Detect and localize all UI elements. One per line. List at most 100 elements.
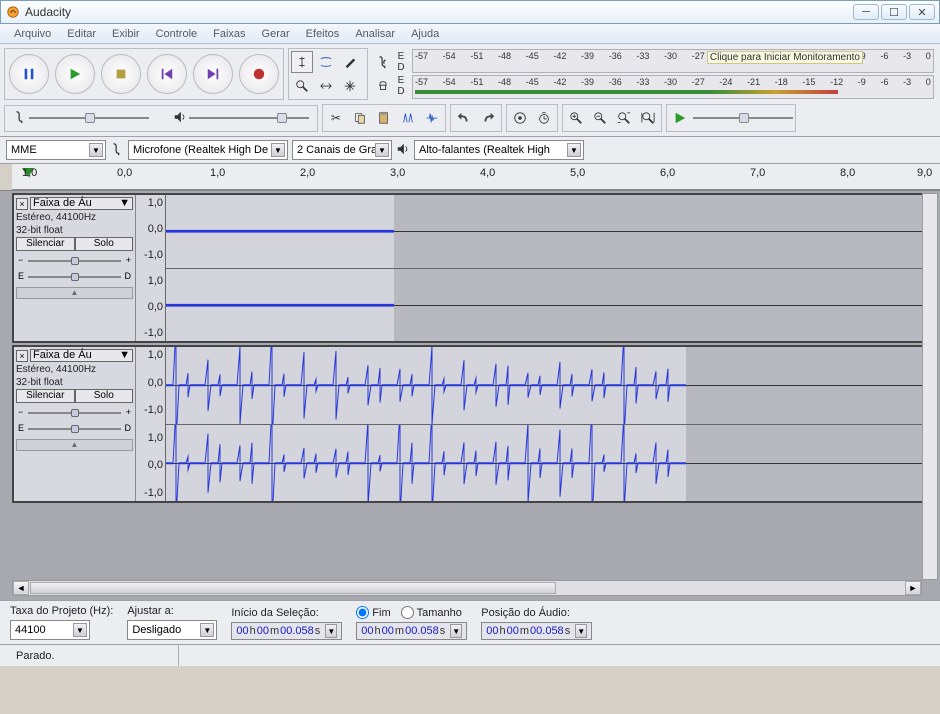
rec-meter-icon[interactable] <box>372 51 394 73</box>
track-format-label: Estéreo, 44100Hz <box>16 211 133 224</box>
app-icon <box>5 4 21 20</box>
menu-analisar[interactable]: Analisar <box>347 24 403 43</box>
fit-project-icon[interactable] <box>637 107 659 129</box>
menu-bar: Arquivo Editar Exibir Controle Faixas Ge… <box>0 24 940 44</box>
mixer-toolbar <box>4 105 318 132</box>
zoom-tool-icon[interactable] <box>291 75 313 97</box>
track-collapse-button[interactable]: ▲ <box>16 287 133 299</box>
recording-device-combo[interactable]: Microfone (Realtek High De▼ <box>128 140 288 160</box>
audio-host-combo[interactable]: MME▼ <box>6 140 106 160</box>
playback-speed-slider[interactable] <box>693 112 793 124</box>
gain-slider[interactable]: −+ <box>16 255 133 267</box>
recording-meter[interactable]: -57-54-51-48-45-42-39-36-33-30-27-24-21-… <box>412 49 934 73</box>
sync-lock-icon[interactable] <box>509 107 531 129</box>
menu-faixas[interactable]: Faixas <box>205 24 253 43</box>
menu-efeitos[interactable]: Efeitos <box>298 24 348 43</box>
track-depth-label: 32-bit float <box>16 224 133 237</box>
waveform-right-channel[interactable] <box>166 425 936 502</box>
play-speed-toolbar <box>666 104 796 132</box>
solo-button[interactable]: Solo <box>75 237 134 251</box>
undo-icon[interactable] <box>453 107 475 129</box>
menu-exibir[interactable]: Exibir <box>104 24 148 43</box>
selection-end-time[interactable]: 00h 00m 00.058s ▼ <box>356 622 467 640</box>
track-close-button[interactable]: × <box>16 198 28 210</box>
snap-to-combo[interactable]: Desligado▼ <box>127 620 217 640</box>
skip-end-button[interactable] <box>193 54 233 94</box>
selection-start-time[interactable]: 00h 00m 00.058s ▼ <box>231 622 342 640</box>
multi-tool-icon[interactable] <box>339 75 361 97</box>
copy-icon[interactable] <box>349 107 371 129</box>
track-menu-dropdown[interactable]: Faixa de Áu▼ <box>30 349 133 362</box>
horizontal-scrollbar[interactable]: ◄► <box>12 580 922 596</box>
meter-hint-tooltip: Clique para Iniciar Monitoramento <box>707 51 863 64</box>
redo-icon[interactable] <box>477 107 499 129</box>
pan-slider[interactable]: ED <box>16 423 133 435</box>
length-radio[interactable]: Tamanho <box>401 606 462 619</box>
menu-controle[interactable]: Controle <box>148 24 206 43</box>
play-at-speed-icon[interactable] <box>669 107 691 129</box>
rec-meter-d-label: D <box>396 62 406 73</box>
stop-button[interactable] <box>101 54 141 94</box>
zoom-out-icon[interactable] <box>589 107 611 129</box>
draw-tool-icon[interactable] <box>339 51 361 73</box>
audio-track-1: × Faixa de Áu▼ Estéreo, 44100Hz 32-bit f… <box>12 193 938 343</box>
paste-icon[interactable] <box>373 107 395 129</box>
window-title: Audacity <box>25 5 853 19</box>
menu-editar[interactable]: Editar <box>59 24 104 43</box>
playback-volume-slider[interactable] <box>189 112 309 124</box>
mute-button[interactable]: Silenciar <box>16 237 75 251</box>
playback-meter[interactable]: -57-54-51-48-45-42-39-36-33-30-27-24-21-… <box>412 75 934 99</box>
fit-selection-icon[interactable] <box>613 107 635 129</box>
track-collapse-button[interactable]: ▲ <box>16 439 133 451</box>
waveform-left-channel[interactable] <box>166 347 936 425</box>
timeshift-tool-icon[interactable] <box>315 75 337 97</box>
pause-button[interactable] <box>9 54 49 94</box>
project-rate-label: Taxa do Projeto (Hz): <box>10 605 113 617</box>
gain-slider[interactable]: −+ <box>16 407 133 419</box>
play-meter-d-label: D <box>396 86 406 97</box>
solo-button[interactable]: Solo <box>75 389 134 403</box>
recording-channels-combo[interactable]: 2 Canais de Gra▼ <box>292 140 392 160</box>
cut-icon[interactable]: ✂ <box>325 107 347 129</box>
play-meter-e-label: E <box>396 75 406 86</box>
waveform-left-channel[interactable] <box>166 195 936 269</box>
waveform-right-channel[interactable] <box>166 269 936 342</box>
play-meter-icon[interactable] <box>372 75 394 97</box>
audio-position-time[interactable]: 00h 00m 00.058s ▼ <box>481 622 592 640</box>
menu-ajuda[interactable]: Ajuda <box>403 24 447 43</box>
rec-meter-e-label: E <box>396 51 406 62</box>
vertical-scrollbar[interactable] <box>922 193 938 580</box>
mic-icon <box>110 142 124 159</box>
mic-icon <box>13 110 27 127</box>
envelope-tool-icon[interactable] <box>315 51 337 73</box>
menu-gerar[interactable]: Gerar <box>254 24 298 43</box>
clock-icon[interactable] <box>533 107 555 129</box>
toolbar-area: E D E D -57-54-51-48-45-42-39-36-33-30-2… <box>0 44 940 137</box>
speaker-icon <box>396 142 410 159</box>
zoom-in-icon[interactable] <box>565 107 587 129</box>
close-button[interactable]: ✕ <box>909 4 935 20</box>
minimize-button[interactable]: ─ <box>853 4 879 20</box>
play-button[interactable] <box>55 54 95 94</box>
playback-device-combo[interactable]: Alto-falantes (Realtek High▼ <box>414 140 584 160</box>
tools-toolbar <box>288 48 368 100</box>
zoom-toolbar <box>562 104 662 132</box>
pan-slider[interactable]: ED <box>16 271 133 283</box>
skip-start-button[interactable] <box>147 54 187 94</box>
timeline-ruler[interactable]: 1,0 0,0 1,0 2,0 3,0 4,0 5,0 6,0 7,0 8,0 … <box>12 164 940 190</box>
end-radio[interactable]: Fim <box>356 606 390 619</box>
track-control-panel: × Faixa de Áu▼ Estéreo, 44100Hz 32-bit f… <box>14 195 136 341</box>
trim-icon[interactable] <box>397 107 419 129</box>
selection-toolbar: Taxa do Projeto (Hz): 44100▼ Ajustar a: … <box>0 600 940 644</box>
track-menu-dropdown[interactable]: Faixa de Áu▼ <box>30 197 133 210</box>
menu-arquivo[interactable]: Arquivo <box>6 24 59 43</box>
audio-track-2: × Faixa de Áu▼ Estéreo, 44100Hz 32-bit f… <box>12 345 938 503</box>
maximize-button[interactable]: ☐ <box>881 4 907 20</box>
silence-icon[interactable] <box>421 107 443 129</box>
recording-volume-slider[interactable] <box>29 112 149 124</box>
project-rate-combo[interactable]: 44100▼ <box>10 620 90 640</box>
selection-tool-icon[interactable] <box>291 51 313 73</box>
mute-button[interactable]: Silenciar <box>16 389 75 403</box>
track-close-button[interactable]: × <box>16 350 28 362</box>
record-button[interactable] <box>239 54 279 94</box>
